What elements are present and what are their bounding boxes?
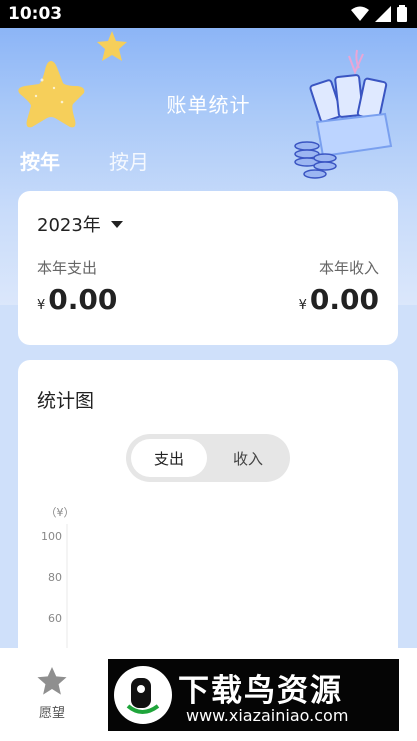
income-value: 0.00: [309, 283, 379, 316]
year-value: 2023年: [37, 215, 101, 236]
battery-icon: [397, 5, 407, 22]
wifi-icon: [351, 6, 369, 21]
watermark-banner: 下载鸟资源 www.xiazainiao.com: [108, 659, 399, 731]
tab-by-month[interactable]: 按月: [109, 146, 149, 175]
year-selector[interactable]: 2023年: [37, 211, 123, 237]
yearly-expense-amount: ¥ 0.00: [37, 283, 117, 316]
expense-value: 0.00: [48, 283, 118, 316]
toggle-income-button[interactable]: 收入: [210, 439, 286, 477]
yearly-income-amount: ¥ 0.00: [299, 283, 379, 316]
yearly-expense-label: 本年支出: [37, 259, 98, 277]
y-tick-label: 60: [48, 612, 62, 625]
watermark-title: 下载鸟资源: [178, 673, 343, 709]
y-tick-label: 100: [41, 530, 62, 543]
summary-card: 2023年 本年支出 本年收入 ¥ 0.00 ¥ 0.00: [18, 191, 398, 345]
status-time: 10:03: [8, 4, 63, 24]
bird-logo-icon: [126, 678, 160, 714]
tab-by-year[interactable]: 按年: [20, 146, 60, 175]
page-title: 账单统计: [166, 93, 251, 117]
y-tick-label: 80: [48, 571, 62, 584]
type-toggle: 支出 收入: [126, 434, 290, 482]
statistics-chart: （¥） 100 80 60: [41, 506, 75, 660]
toggle-expense-button[interactable]: 支出: [131, 439, 207, 477]
caret-down-icon: [110, 220, 123, 228]
star-icon: [37, 666, 67, 695]
chart-card: 统计图 支出 收入 （¥） 100 80 60: [18, 360, 398, 660]
small-star-decoration-icon: [97, 31, 127, 61]
watermark-url: www.xiazainiao.com: [186, 706, 349, 725]
chart-title: 统计图: [37, 390, 95, 412]
yearly-income-label: 本年收入: [318, 259, 379, 277]
nav-label-wish: 愿望: [38, 706, 65, 721]
y-axis-label: （¥）: [46, 506, 75, 519]
watermark-logo: [114, 666, 172, 724]
currency-symbol: ¥: [298, 298, 307, 313]
currency-symbol: ¥: [37, 298, 46, 313]
nav-item-wish[interactable]: 愿望: [22, 666, 82, 721]
signal-icon: [375, 5, 391, 22]
status-bar: 10:03: [0, 0, 417, 28]
status-icons: [351, 5, 407, 22]
